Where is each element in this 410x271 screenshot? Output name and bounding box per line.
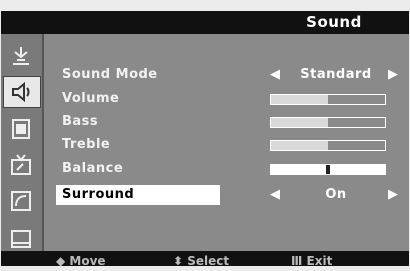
menu-row-volume[interactable]: Volume [58, 89, 398, 109]
surround-selector[interactable]: ◀ On ▶ [268, 185, 398, 205]
title-bar: Sound [1, 11, 409, 34]
balance-marker[interactable] [326, 165, 330, 174]
input-icon[interactable] [5, 186, 37, 216]
menu-row-surround[interactable]: Surround ◀ On ▶ [56, 185, 398, 205]
surround-label: Surround [56, 185, 220, 205]
picture-icon[interactable] [5, 224, 37, 254]
volume-control[interactable] [268, 89, 398, 109]
footer-hints: ◆ Move ⬍ Select Ⅲ Exit [1, 251, 409, 268]
menu-row-sound-mode[interactable]: Sound Mode ◀ Standard ▶ [58, 65, 398, 85]
menu-row-balance[interactable]: Balance [58, 159, 398, 179]
left-arrow-icon[interactable]: ◀ [270, 185, 280, 205]
bass-bar-fill [271, 118, 328, 127]
right-arrow-icon[interactable]: ▶ [388, 65, 398, 85]
menu-content: Sound Mode ◀ Standard ▶ Volume Bass Treb… [44, 34, 409, 263]
surround-value: On [325, 187, 347, 202]
treble-control[interactable] [268, 135, 398, 155]
osd-menu: Sound Sound Mode ◀ Standard ▶ Volume Bas… [1, 11, 409, 268]
page-title: Sound [306, 13, 362, 31]
antenna-icon[interactable] [5, 42, 37, 72]
select-hint: ⬍ Select [173, 254, 230, 268]
sound-mode-label: Sound Mode [62, 67, 158, 82]
volume-bar-fill [271, 95, 328, 104]
bass-label: Bass [62, 114, 99, 129]
left-arrow-icon[interactable]: ◀ [270, 65, 280, 85]
balance-bar[interactable] [270, 164, 386, 175]
bass-control[interactable] [268, 112, 398, 132]
channel-icon[interactable] [5, 114, 37, 144]
sidebar [1, 34, 44, 263]
tv-setup-icon[interactable] [5, 150, 37, 180]
treble-bar-fill [271, 141, 328, 150]
volume-label: Volume [62, 91, 120, 106]
treble-bar[interactable] [270, 140, 386, 151]
sound-mode-selector[interactable]: ◀ Standard ▶ [268, 65, 398, 85]
treble-label: Treble [62, 137, 111, 152]
exit-hint: Ⅲ Exit [291, 254, 333, 268]
sound-icon[interactable] [3, 76, 41, 108]
menu-row-treble[interactable]: Treble [58, 135, 398, 155]
volume-bar[interactable] [270, 94, 386, 105]
bass-bar[interactable] [270, 117, 386, 128]
menu-row-bass[interactable]: Bass [58, 112, 398, 132]
sound-mode-value: Standard [300, 67, 372, 82]
move-hint: ◆ Move [56, 254, 106, 268]
balance-label: Balance [62, 161, 124, 176]
right-arrow-icon[interactable]: ▶ [388, 185, 398, 205]
balance-control[interactable] [268, 159, 398, 179]
